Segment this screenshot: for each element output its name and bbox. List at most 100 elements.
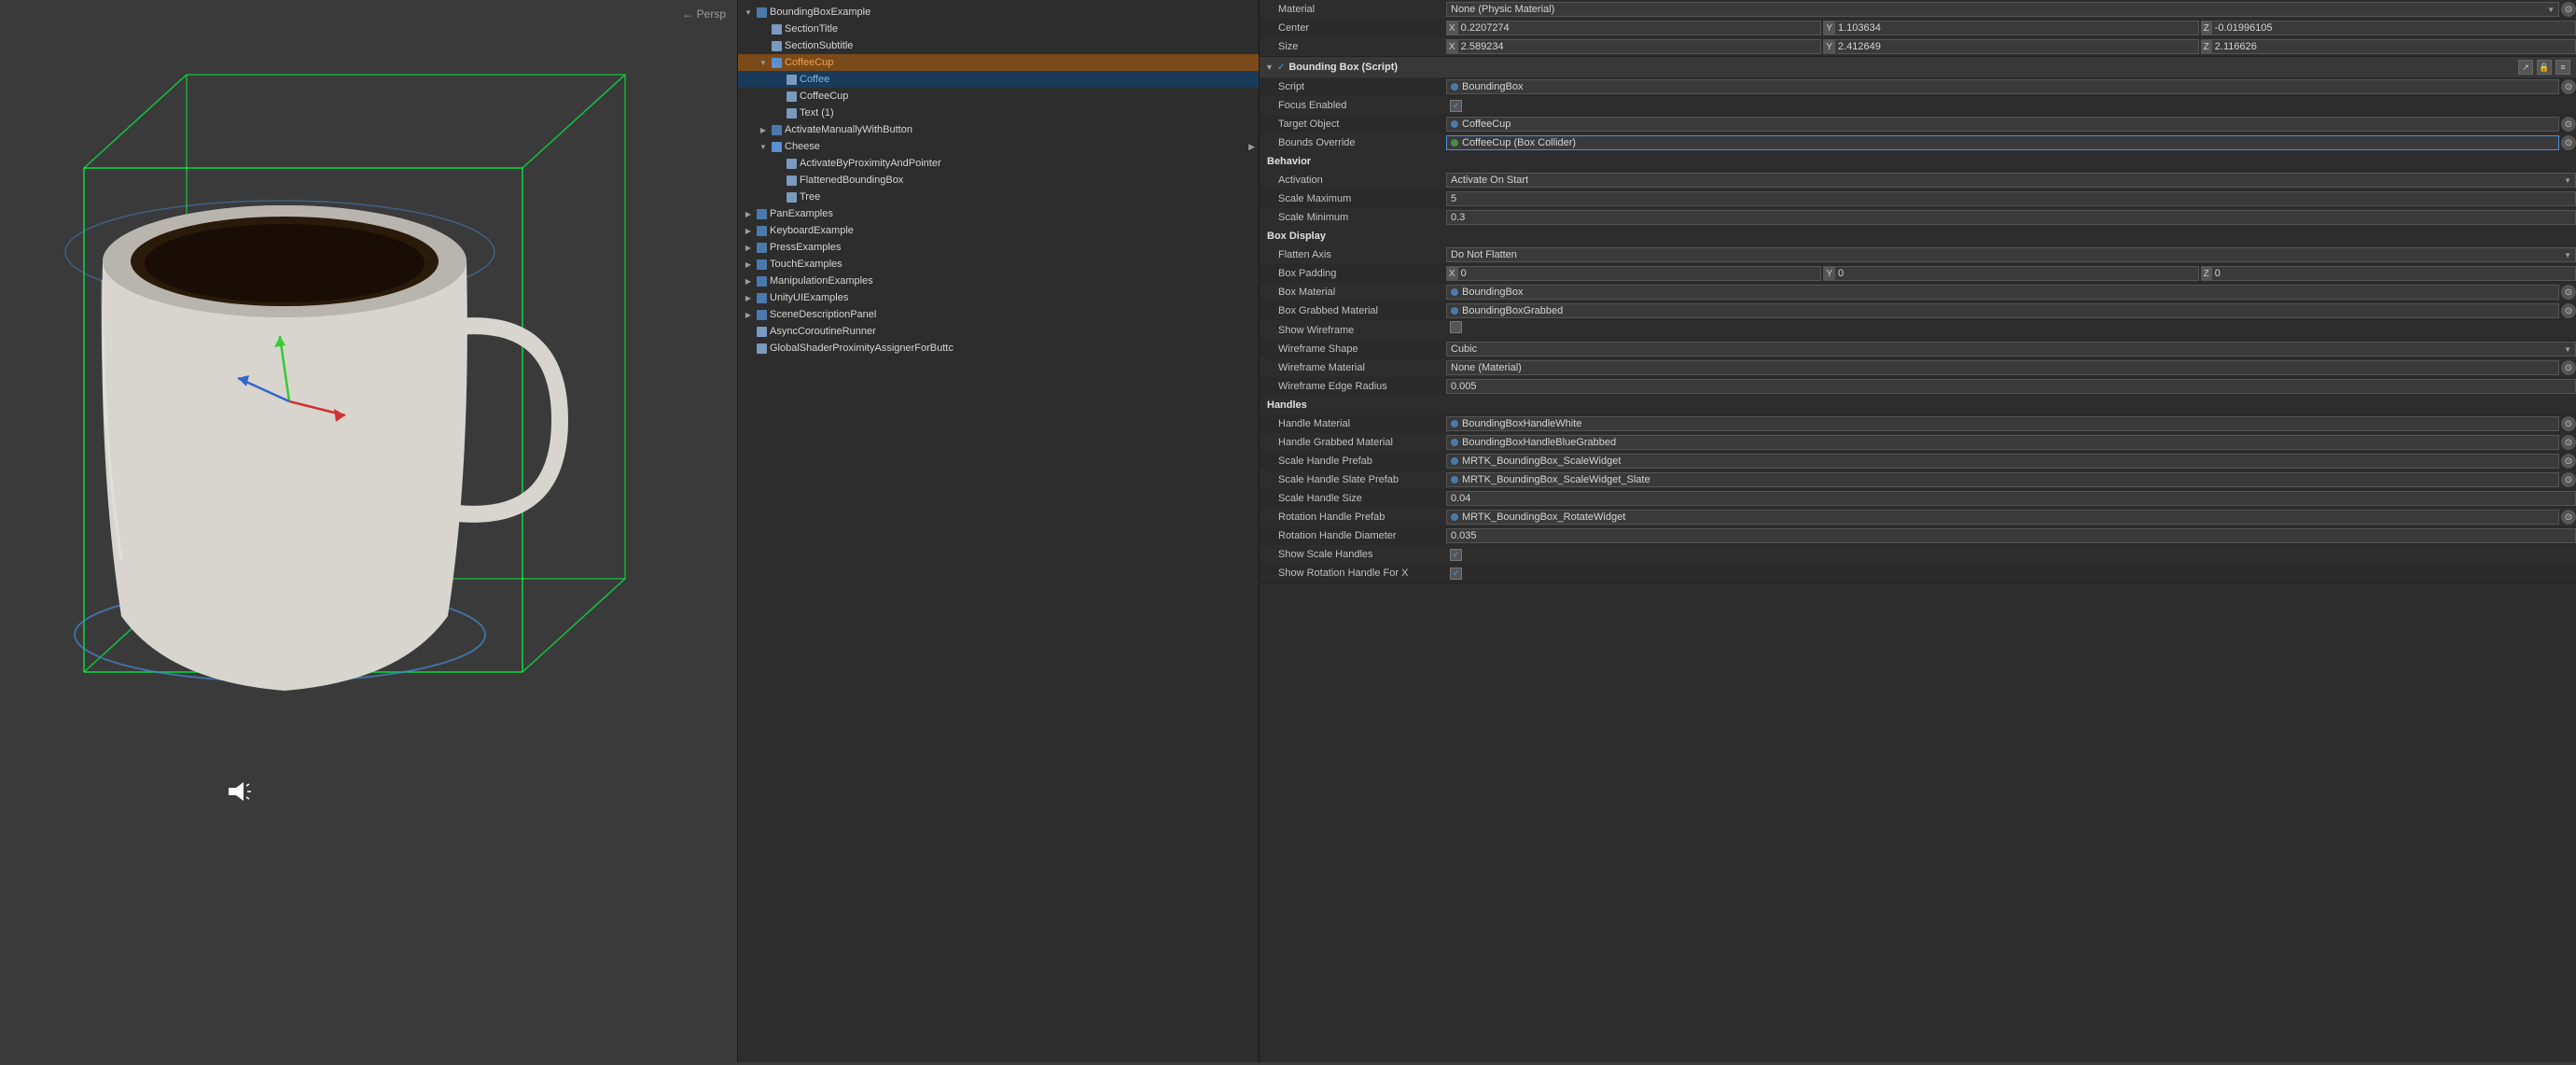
hierarchy-item-async-runner[interactable]: AsyncCoroutineRunner: [738, 323, 1259, 340]
box-padding-z[interactable]: [2212, 266, 2576, 281]
hierarchy-item-flattened[interactable]: FlattenedBoundingBox: [738, 172, 1259, 189]
hierarchy-item-text-1[interactable]: Text (1): [738, 105, 1259, 121]
icon-bounding-box-example: [755, 6, 768, 19]
name-section-subtitle: SectionSubtitle: [785, 40, 853, 51]
wireframe-edge-input[interactable]: [1446, 379, 2576, 394]
scene-view[interactable]: [0, 0, 737, 1062]
box-material-value[interactable]: BoundingBox: [1446, 285, 2559, 300]
component-icon-expand[interactable]: ↗: [2518, 60, 2533, 75]
target-object-dot: [1451, 120, 1458, 128]
flatten-axis-dropdown[interactable]: Do Not Flatten ▼: [1446, 247, 2576, 262]
focus-enabled-checkbox[interactable]: [1450, 100, 1462, 112]
icon-coffee-cup-2: [785, 90, 798, 103]
handle-material-ref-btn[interactable]: ⊙: [2561, 416, 2576, 431]
center-label: Center: [1260, 20, 1446, 36]
hierarchy-item-activate-manually[interactable]: ActivateManuallyWithButton: [738, 121, 1259, 138]
center-x-field: X: [1446, 21, 1821, 35]
handle-grabbed-material-value[interactable]: BoundingBoxHandleBlueGrabbed: [1446, 435, 2559, 450]
show-rotation-handle-x-row: Show Rotation Handle For X: [1260, 564, 2576, 582]
box-grabbed-material-label: Box Grabbed Material: [1260, 302, 1446, 319]
size-x-input[interactable]: [1458, 39, 1822, 54]
box-grabbed-material-value[interactable]: BoundingBoxGrabbed: [1446, 303, 2559, 318]
scale-maximum-input[interactable]: [1446, 191, 2576, 206]
size-xyz: X Y Z: [1446, 39, 2576, 54]
icon-keyboard-example: [755, 224, 768, 237]
activation-dropdown[interactable]: Activate On Start ▼: [1446, 173, 2576, 188]
scale-handle-prefab-ref-btn[interactable]: ⊙: [2561, 454, 2576, 469]
center-z-input[interactable]: [2212, 21, 2576, 35]
hierarchy-item-press-examples[interactable]: PressExamples: [738, 239, 1259, 256]
component-icon-lock[interactable]: 🔒: [2537, 60, 2552, 75]
scale-handle-slate-prefab-value[interactable]: MRTK_BoundingBox_ScaleWidget_Slate: [1446, 472, 2559, 487]
handle-grabbed-material-ref-btn[interactable]: ⊙: [2561, 435, 2576, 450]
hierarchy-panel: BoundingBoxExampleSectionTitle SectionSub…: [737, 0, 1260, 1062]
hierarchy-item-keyboard-example[interactable]: KeyboardExample: [738, 222, 1259, 239]
script-ref-btn[interactable]: ⊙: [2561, 79, 2576, 94]
hierarchy-item-unityui-examples[interactable]: UnityUIExamples: [738, 289, 1259, 306]
hierarchy-item-manipulation-examples[interactable]: ManipulationExamples: [738, 273, 1259, 289]
hierarchy-item-cheese[interactable]: Cheese▶: [738, 138, 1259, 155]
center-y-input[interactable]: [1835, 21, 2199, 35]
size-z-input[interactable]: [2212, 39, 2576, 54]
show-scale-handles-checkbox[interactable]: [1450, 549, 1462, 561]
bounding-box-header[interactable]: ▼ ✓ Bounding Box (Script) ↗ 🔒 ≡: [1260, 57, 2576, 77]
wireframe-material-ref-btn[interactable]: ⊙: [2561, 360, 2576, 375]
material-ref-btn[interactable]: ⊙: [2561, 2, 2576, 17]
box-material-row: Box Material BoundingBox ⊙: [1260, 283, 2576, 301]
box-material-ref-btn[interactable]: ⊙: [2561, 285, 2576, 300]
show-rotation-handle-x-checkbox[interactable]: [1450, 568, 1462, 580]
hierarchy-item-scene-description[interactable]: SceneDescriptionPanel: [738, 306, 1259, 323]
hierarchy-item-coffee-cup[interactable]: CoffeeCup: [738, 54, 1259, 71]
target-object-ref-btn[interactable]: ⊙: [2561, 117, 2576, 132]
icon-unityui-examples: [755, 291, 768, 304]
hierarchy-item-global-shader[interactable]: GlobalShaderProximityAssignerForButtc: [738, 340, 1259, 357]
hierarchy-item-tree[interactable]: Tree: [738, 189, 1259, 205]
hierarchy-item-section-subtitle[interactable]: SectionSubtitle: [738, 37, 1259, 54]
flatten-axis-row: Flatten Axis Do Not Flatten ▼: [1260, 245, 2576, 264]
hierarchy-item-coffee-cup-2[interactable]: CoffeeCup: [738, 88, 1259, 105]
hierarchy-item-pan-examples[interactable]: PanExamples: [738, 205, 1259, 222]
wireframe-shape-dropdown[interactable]: Cubic ▼: [1446, 342, 2576, 357]
hierarchy-item-bounding-box-example[interactable]: BoundingBoxExample: [738, 4, 1259, 21]
scale-handle-size-input[interactable]: [1446, 491, 2576, 506]
box-padding-label: Box Padding: [1260, 265, 1446, 282]
handle-material-value[interactable]: BoundingBoxHandleWhite: [1446, 416, 2559, 431]
arrow-activate-proximity: [772, 157, 785, 170]
hierarchy-item-activate-proximity[interactable]: ActivateByProximityAndPointer: [738, 155, 1259, 172]
material-value[interactable]: None (Physic Material) ▼: [1446, 2, 2559, 17]
scale-handle-prefab-value[interactable]: MRTK_BoundingBox_ScaleWidget: [1446, 454, 2559, 469]
box-padding-x[interactable]: [1458, 266, 1822, 281]
name-manipulation-examples: ManipulationExamples: [770, 275, 873, 287]
handle-material-row: Handle Material BoundingBoxHandleWhite ⊙: [1260, 414, 2576, 433]
scale-maximum-label: Scale Maximum: [1260, 190, 1446, 207]
wireframe-material-value[interactable]: None (Material): [1446, 360, 2559, 375]
bounds-override-ref-btn[interactable]: ⊙: [2561, 135, 2576, 150]
icon-section-subtitle: [770, 39, 783, 52]
show-scale-handles-row: Show Scale Handles: [1260, 545, 2576, 564]
hierarchy-item-section-title[interactable]: SectionTitle: [738, 21, 1259, 37]
arrow-scene-description: [742, 308, 755, 321]
size-y-input[interactable]: [1835, 39, 2199, 54]
scale-minimum-input[interactable]: [1446, 210, 2576, 225]
rotation-handle-prefab-ref-btn[interactable]: ⊙: [2561, 510, 2576, 525]
hierarchy-item-touch-examples[interactable]: TouchExamples: [738, 256, 1259, 273]
hierarchy-item-coffee[interactable]: Coffee: [738, 71, 1259, 88]
icon-activate-manually: [770, 123, 783, 136]
target-object-value[interactable]: CoffeeCup: [1446, 117, 2559, 132]
center-x-input[interactable]: [1458, 21, 1822, 35]
arrow-flattened: [772, 174, 785, 187]
script-value[interactable]: BoundingBox: [1446, 79, 2559, 94]
icon-section-title: [770, 22, 783, 35]
scale-handle-slate-prefab-label: Scale Handle Slate Prefab: [1260, 471, 1446, 488]
rotation-handle-diameter-input[interactable]: [1446, 528, 2576, 543]
bounds-override-value[interactable]: CoffeeCup (Box Collider): [1446, 135, 2559, 150]
center-xyz: X Y Z: [1446, 21, 2576, 35]
box-grabbed-material-ref-btn[interactable]: ⊙: [2561, 303, 2576, 318]
component-checkbox[interactable]: ✓: [1277, 63, 1285, 73]
rotation-handle-prefab-value[interactable]: MRTK_BoundingBox_RotateWidget: [1446, 510, 2559, 525]
scale-handle-slate-prefab-ref-btn[interactable]: ⊙: [2561, 472, 2576, 487]
component-icon-menu[interactable]: ≡: [2555, 60, 2570, 75]
show-wireframe-checkbox[interactable]: [1450, 321, 1462, 333]
box-padding-row: Box Padding X Y Z: [1260, 264, 2576, 283]
box-padding-y[interactable]: [1835, 266, 2199, 281]
